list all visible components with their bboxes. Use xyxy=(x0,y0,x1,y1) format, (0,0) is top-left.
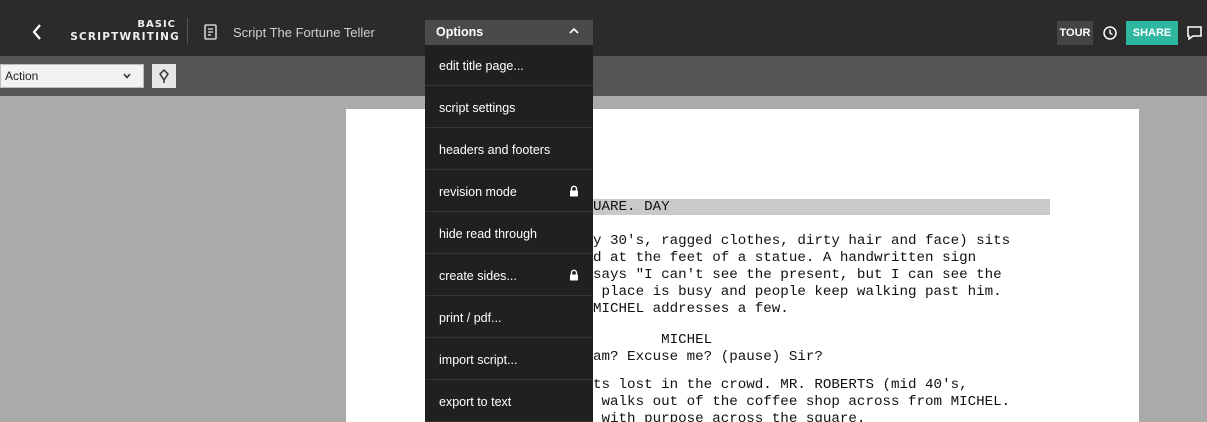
menu-item-label: import script... xyxy=(439,353,518,367)
menu-item-label: edit title page... xyxy=(439,59,524,73)
action-line[interactable]: walks out of the coffee shop across from… xyxy=(593,394,1011,411)
lock-icon xyxy=(570,269,578,281)
action-line[interactable]: ts lost in the crowd. MR. ROBERTS (mid 4… xyxy=(593,377,968,394)
comments-button[interactable] xyxy=(1182,21,1207,45)
menu-item-script-settings[interactable]: script settings xyxy=(425,87,593,128)
menu-item-create-sides[interactable]: create sides... xyxy=(425,255,593,296)
chevron-down-icon xyxy=(123,73,131,79)
document-icon xyxy=(204,24,218,40)
menu-item-hide-read-through[interactable]: hide read through xyxy=(425,213,593,254)
lock-icon xyxy=(570,185,578,197)
share-button[interactable]: SHARE xyxy=(1126,21,1178,45)
element-type-select[interactable]: Action xyxy=(0,64,144,88)
menu-item-label: export to text xyxy=(439,395,512,409)
app-logo[interactable]: BASIC SCRIPTWRITING xyxy=(62,19,180,44)
chevron-left-icon xyxy=(32,24,41,40)
menu-item-label: headers and footers xyxy=(439,143,551,157)
menu-item-export-to-text[interactable]: export to text xyxy=(425,381,593,422)
menu-item-label: print / pdf... xyxy=(439,311,502,325)
back-button[interactable] xyxy=(30,22,44,42)
dialogue-line[interactable]: am? Excuse me? (pause) Sir? xyxy=(593,349,823,366)
action-line[interactable]: says "I can't see the present, but I can… xyxy=(593,267,1002,284)
options-dropdown-button[interactable]: Options xyxy=(425,20,593,45)
top-bar: BASIC SCRIPTWRITING Script The Fortune T… xyxy=(0,0,1207,56)
script-title[interactable]: Script The Fortune Teller xyxy=(233,25,375,40)
menu-item-revision-mode[interactable]: revision mode xyxy=(425,171,593,212)
marker-button[interactable] xyxy=(152,64,176,88)
editor-toolbar: Action xyxy=(0,56,1207,96)
element-type-value: Action xyxy=(5,69,39,83)
logo-line-1: BASIC xyxy=(137,19,176,30)
action-line[interactable]: place is busy and people keep walking pa… xyxy=(593,284,1002,301)
marker-icon xyxy=(159,68,169,83)
menu-item-label: script settings xyxy=(439,101,516,115)
scene-heading[interactable]: UARE. DAY xyxy=(593,199,670,216)
menu-item-label: create sides... xyxy=(439,269,517,283)
chat-bubble-icon xyxy=(1187,26,1202,41)
action-line[interactable]: y 30's, ragged clothes, dirty hair and f… xyxy=(593,233,1010,250)
tour-button[interactable]: TOUR xyxy=(1057,21,1093,45)
character-name[interactable]: MICHEL xyxy=(593,332,712,349)
menu-item-import-script[interactable]: import script... xyxy=(425,339,593,380)
action-line[interactable]: with purpose across the square. xyxy=(593,411,866,422)
history-button[interactable] xyxy=(1097,21,1123,45)
action-line[interactable]: MICHEL addresses a few. xyxy=(593,301,789,318)
action-line[interactable]: d at the feet of a statue. A handwritten… xyxy=(593,250,976,267)
options-menu: edit title page... script settings heade… xyxy=(425,45,593,422)
options-label: Options xyxy=(436,25,484,39)
header-divider xyxy=(187,18,188,44)
chevron-up-icon xyxy=(569,27,579,34)
clock-icon xyxy=(1103,26,1117,40)
menu-item-edit-title-page[interactable]: edit title page... xyxy=(425,45,593,86)
logo-line-2: SCRIPTWRITING xyxy=(70,31,180,43)
menu-item-headers-and-footers[interactable]: headers and footers xyxy=(425,129,593,170)
menu-item-label: hide read through xyxy=(439,227,537,241)
menu-item-print-pdf[interactable]: print / pdf... xyxy=(425,297,593,338)
menu-item-label: revision mode xyxy=(439,185,517,199)
